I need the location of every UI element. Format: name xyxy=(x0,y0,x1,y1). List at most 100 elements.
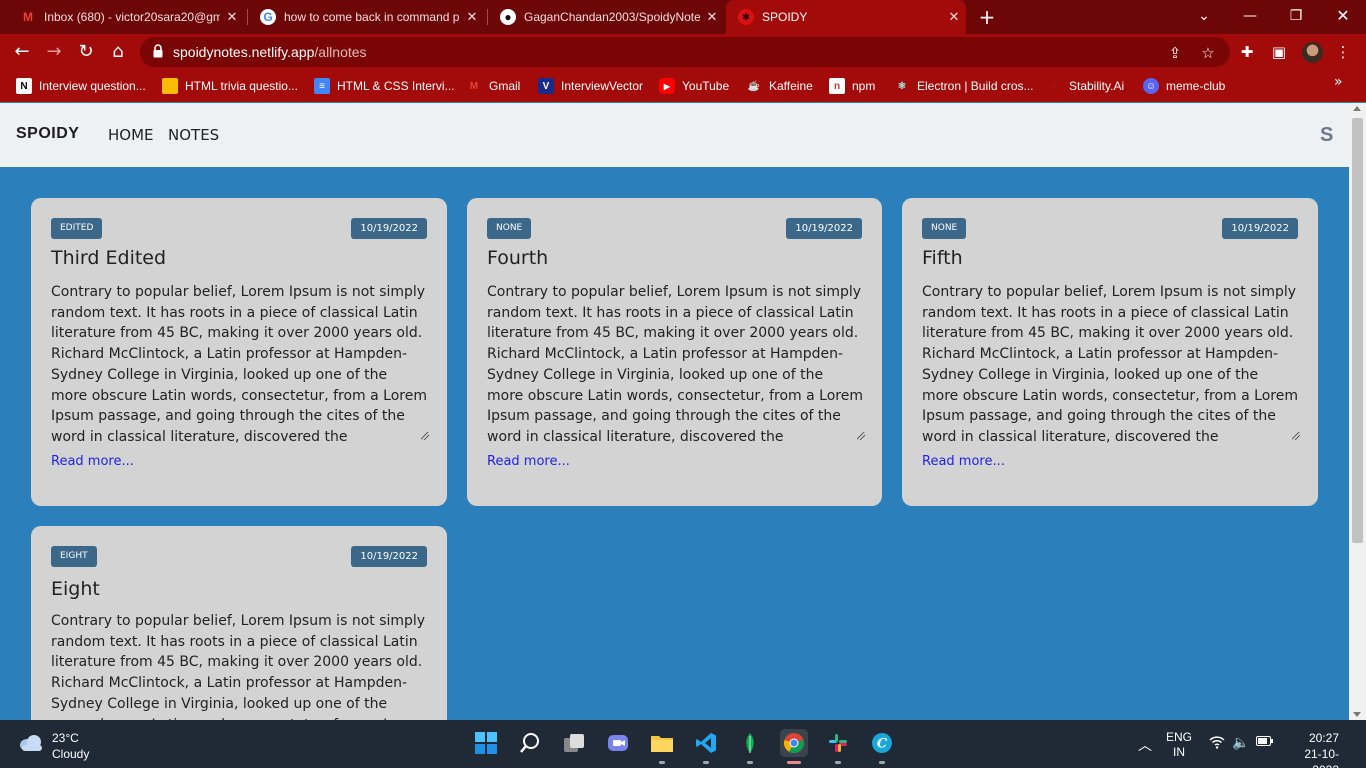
search-icon[interactable] xyxy=(516,729,544,757)
read-more-link[interactable]: Read more... xyxy=(922,454,1005,469)
nav-notes-link[interactable]: NOTES xyxy=(168,126,219,144)
profile-avatar[interactable] xyxy=(1302,42,1323,63)
note-date-badge: 10/19/2022 xyxy=(351,546,427,567)
note-title: Eight xyxy=(51,578,100,600)
note-tag-badge: EIGHT xyxy=(51,546,97,567)
resize-grip-icon[interactable] xyxy=(857,432,865,440)
bookmark-youtube[interactable]: ▶ YouTube xyxy=(659,76,729,96)
running-indicator xyxy=(659,761,665,764)
browser-toolbar: ← → ↻ ⌂ spoidynotes.netlify.app/allnotes… xyxy=(0,34,1366,70)
lock-icon xyxy=(153,44,163,58)
address-bar[interactable]: spoidynotes.netlify.app/allnotes ⇪ ☆ xyxy=(140,37,1230,67)
tab-spoidy[interactable]: ✱ SPOIDY ✕ xyxy=(726,0,966,34)
bookmarks-overflow-icon[interactable]: » xyxy=(1334,74,1343,90)
scroll-down-icon[interactable] xyxy=(1353,712,1361,717)
menu-kebab-icon[interactable]: ⋮ xyxy=(1333,42,1353,62)
bookmark-interviewvector[interactable]: V InterviewVector xyxy=(538,76,643,96)
tab-search-icon[interactable]: ⌄ xyxy=(1181,0,1227,34)
tab-title: how to come back in command prompt xyxy=(284,10,460,24)
windows-start-icon[interactable] xyxy=(472,729,500,757)
wifi-icon[interactable] xyxy=(1209,735,1225,753)
nav-home-link[interactable]: HOME xyxy=(108,126,154,144)
bookmark-kaffeine[interactable]: ☕ Kaffeine xyxy=(746,76,813,96)
bookmark-gmail[interactable]: M Gmail xyxy=(466,76,521,96)
note-date-badge: 10/19/2022 xyxy=(1222,218,1298,239)
battery-icon[interactable] xyxy=(1256,735,1274,751)
svg-text:C: C xyxy=(877,737,888,752)
bookmark-html-css-interview[interactable]: ≡ HTML & CSS Intervi... xyxy=(314,76,455,96)
share-icon[interactable]: ⇪ xyxy=(1165,43,1185,63)
brand-logo[interactable]: SPOIDY xyxy=(16,125,79,143)
canva-icon[interactable]: C xyxy=(868,729,896,764)
note-card: NONE 10/19/2022 Fifth Contrary to popula… xyxy=(902,198,1318,506)
bookmark-label: Kaffeine xyxy=(769,79,813,93)
close-icon[interactable]: ✕ xyxy=(220,9,244,25)
close-icon[interactable]: ✕ xyxy=(700,9,724,25)
bookmark-label: Electron | Build cros... xyxy=(917,79,1034,93)
bookmark-html-trivia[interactable]: HTML trivia questio... xyxy=(162,76,298,96)
note-date-badge: 10/19/2022 xyxy=(351,218,427,239)
bookmark-star-icon[interactable]: ☆ xyxy=(1198,43,1218,63)
forward-arrow-icon[interactable]: → xyxy=(42,40,66,64)
bookmarks-bar: N Interview question... HTML trivia ques… xyxy=(0,70,1366,102)
page-scrollbar[interactable] xyxy=(1349,103,1366,720)
file-explorer-icon[interactable] xyxy=(648,729,676,764)
bookmark-stability-ai[interactable]: ◌ Stability.Ai xyxy=(1046,76,1124,96)
scroll-thumb[interactable] xyxy=(1352,118,1363,543)
chrome-icon[interactable] xyxy=(780,729,808,764)
bookmark-label: Gmail xyxy=(489,79,521,93)
tab-google-search[interactable]: G how to come back in command prompt ✕ xyxy=(248,0,484,34)
task-view-icon[interactable] xyxy=(560,729,588,757)
interviewvector-icon: V xyxy=(538,78,554,94)
restore-icon[interactable]: ❐ xyxy=(1273,0,1319,34)
tab-gmail[interactable]: M Inbox (680) - victor20sara20@gmail.com… xyxy=(8,0,244,34)
weather-description: Cloudy xyxy=(52,747,90,761)
close-window-icon[interactable]: ✕ xyxy=(1320,0,1366,34)
note-body[interactable]: Contrary to popular belief, Lorem Ipsum … xyxy=(51,611,427,720)
side-panel-icon[interactable]: ▣ xyxy=(1269,42,1289,62)
clock[interactable]: 20:27 21-10-2022 xyxy=(1283,730,1339,768)
note-body[interactable]: Contrary to popular belief, Lorem Ipsum … xyxy=(51,282,427,444)
read-more-link[interactable]: Read more... xyxy=(487,454,570,469)
close-icon[interactable]: ✕ xyxy=(460,9,484,25)
slack-icon[interactable] xyxy=(824,729,852,764)
extensions-icon[interactable]: ✚ xyxy=(1237,42,1257,62)
chevron-up-icon[interactable]: ︿ xyxy=(1138,735,1152,755)
resize-grip-icon[interactable] xyxy=(421,432,429,440)
kaffeine-icon: ☕ xyxy=(747,80,761,92)
spoidy-icon: ✱ xyxy=(738,9,754,25)
volume-icon[interactable]: 🔈 xyxy=(1232,735,1249,751)
windows-taskbar: 23°C Cloudy C ︿ ENG IN 🔈 20:27 21-10- xyxy=(0,720,1366,768)
note-title: Fourth xyxy=(487,247,549,269)
vscode-icon[interactable] xyxy=(692,729,720,764)
bookmark-label: InterviewVector xyxy=(561,79,644,93)
new-tab-icon[interactable]: + xyxy=(975,5,999,29)
scroll-up-icon[interactable] xyxy=(1353,106,1361,111)
cloudy-weather-icon xyxy=(20,735,42,751)
clock-date: 21-10-2022 xyxy=(1304,747,1339,768)
teams-chat-icon[interactable] xyxy=(604,729,632,757)
language-code: ENG xyxy=(1165,730,1192,744)
bookmark-electron[interactable]: ⚛ Electron | Build cros... xyxy=(894,76,1034,96)
home-icon[interactable]: ⌂ xyxy=(106,40,130,64)
resize-grip-icon[interactable] xyxy=(1292,432,1300,440)
weather-widget[interactable]: 23°C Cloudy xyxy=(52,730,89,762)
weather-temperature: 23°C xyxy=(52,731,79,745)
close-icon[interactable]: ✕ xyxy=(942,9,966,25)
bookmark-label: HTML trivia questio... xyxy=(185,79,298,93)
bookmark-interview-questions[interactable]: N Interview question... xyxy=(16,76,146,96)
bookmark-npm[interactable]: n npm xyxy=(829,76,875,96)
user-avatar[interactable]: S xyxy=(1320,124,1333,147)
minimize-icon[interactable]: — xyxy=(1227,0,1273,34)
note-body[interactable]: Contrary to popular belief, Lorem Ipsum … xyxy=(487,282,863,444)
note-date-badge: 10/19/2022 xyxy=(786,218,862,239)
bookmark-meme-club[interactable]: ☺ meme-club xyxy=(1143,76,1225,96)
bookmark-label: HTML & CSS Intervi... xyxy=(337,79,455,93)
back-arrow-icon[interactable]: ← xyxy=(10,40,34,64)
note-body[interactable]: Contrary to popular belief, Lorem Ipsum … xyxy=(922,282,1298,444)
read-more-link[interactable]: Read more... xyxy=(51,454,134,469)
tab-github[interactable]: ● GaganChandan2003/SpoidyNotes ✕ xyxy=(488,0,724,34)
reload-icon[interactable]: ↻ xyxy=(74,40,98,64)
language-indicator[interactable]: ENG IN xyxy=(1164,730,1194,760)
mongodb-compass-icon[interactable] xyxy=(736,729,764,764)
